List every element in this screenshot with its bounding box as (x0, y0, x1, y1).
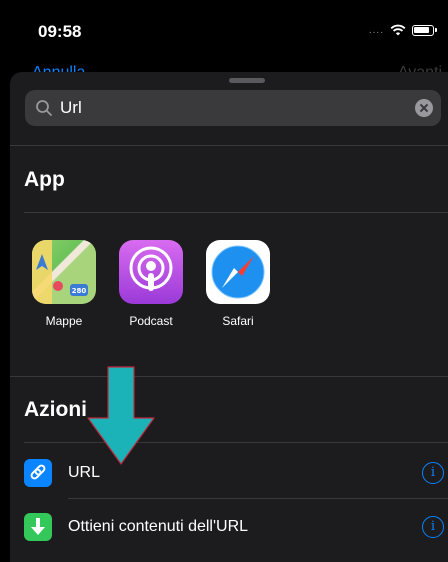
app-label: Podcast (129, 314, 173, 328)
action-picker-sheet: App 280 Mappe Podcast (10, 72, 448, 562)
app-item-safari[interactable]: Safari (198, 240, 278, 328)
signal-icon: .... (368, 24, 384, 36)
status-icons: .... (368, 24, 437, 36)
info-icon[interactable]: i (422, 462, 444, 484)
action-row-get-url-contents[interactable]: Ottieni contenuti dell'URL i (10, 504, 448, 550)
annotation-arrow-icon (87, 366, 155, 465)
clear-search-icon[interactable] (415, 99, 433, 117)
divider (68, 498, 448, 499)
divider (10, 145, 448, 146)
action-label: URL (68, 464, 101, 481)
app-item-podcast[interactable]: Podcast (111, 240, 191, 328)
search-bar[interactable] (25, 90, 441, 126)
divider (10, 376, 448, 377)
status-bar: 09:58 .... (0, 0, 448, 64)
status-time: 09:58 (38, 22, 82, 41)
download-arrow-icon (24, 513, 52, 541)
app-item-mappe[interactable]: 280 Mappe (24, 240, 104, 328)
battery-icon (412, 24, 437, 36)
app-label: Mappe (45, 314, 83, 328)
search-icon (36, 100, 52, 116)
maps-app-icon: 280 (32, 240, 96, 304)
action-label: Ottieni contenuti dell'URL (68, 518, 249, 535)
divider (24, 212, 448, 213)
app-label: Safari (222, 314, 254, 328)
link-icon (24, 459, 52, 487)
svg-text:280: 280 (72, 287, 87, 295)
sheet-grabber[interactable] (229, 78, 265, 83)
podcast-app-icon (119, 240, 183, 304)
info-icon[interactable]: i (422, 516, 444, 538)
section-title-actions: Azioni (24, 398, 87, 421)
section-title-apps: App (24, 168, 65, 191)
action-row-url[interactable]: URL i (10, 450, 448, 496)
safari-app-icon (206, 240, 270, 304)
search-input[interactable] (60, 90, 390, 126)
wifi-icon (390, 24, 406, 36)
